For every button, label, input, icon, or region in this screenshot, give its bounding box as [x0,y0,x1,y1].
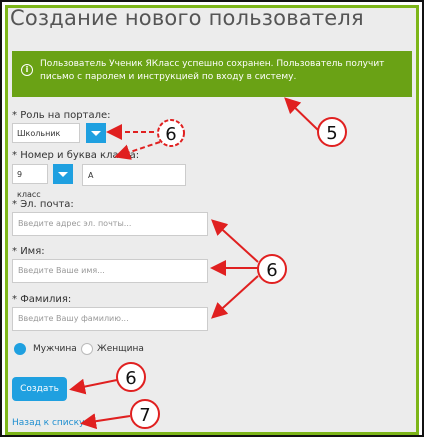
gender-male-label: Мужчина [33,344,77,354]
success-alert: i Пользователь Ученик ЯКласс успешно сох… [12,51,412,97]
gender-female-radio[interactable] [81,343,93,355]
email-label: * Эл. почта: [12,199,74,210]
role-select[interactable]: Школьник [12,123,80,143]
class-dropdown-button[interactable] [53,164,73,184]
role-dropdown-button[interactable] [86,123,106,143]
back-to-list-link[interactable]: Назад к списку [12,418,84,428]
gender-female-label: Женщина [97,344,144,354]
role-label: * Роль на портале: [12,110,111,121]
gender-male-radio[interactable] [14,343,26,355]
surname-label: * Фамилия: [12,294,72,305]
create-button[interactable]: Создать [12,377,67,401]
chevron-down-icon [91,131,101,136]
class-letter-input[interactable]: А [82,164,186,186]
surname-field[interactable]: Введите Вашу фамилию... [12,307,208,331]
chevron-down-icon [58,172,68,177]
name-label: * Имя: [12,246,45,257]
class-number-select[interactable]: 9 класс [12,164,48,199]
alert-message: Пользователь Ученик ЯКласс успешно сохра… [40,59,385,82]
page-title: Создание нового пользователя [10,6,364,30]
name-field[interactable]: Введите Ваше имя... [12,259,208,283]
info-icon: i [21,64,33,76]
email-field[interactable]: Введите адрес эл. почты... [12,212,208,236]
class-label: * Номер и буква класса: [12,150,140,161]
